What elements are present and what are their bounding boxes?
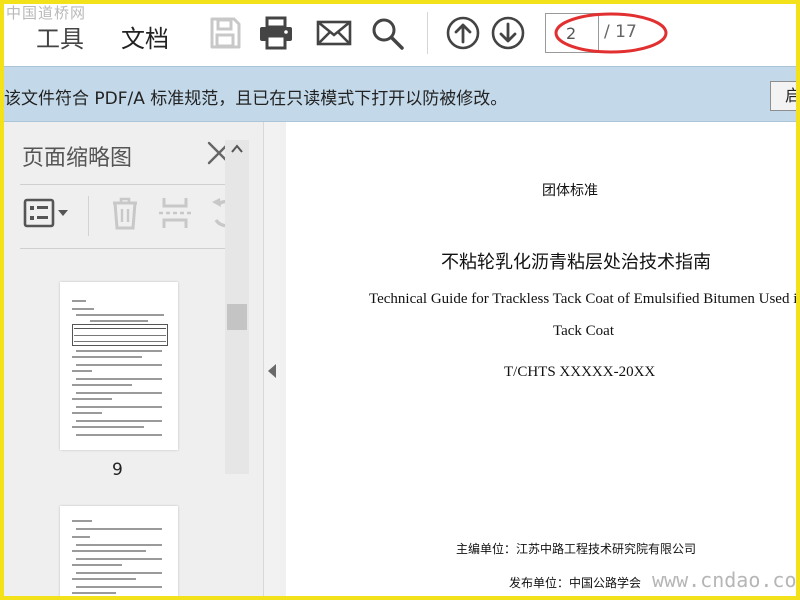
next-page-button[interactable] <box>489 14 527 52</box>
document-title-en-line2: Tack Coat <box>553 323 615 339</box>
document-title-cn: 不粘轮乳化沥青粘层处治技术指南 <box>441 252 711 273</box>
watermark-bottom: www.cndao.com <box>652 568 800 592</box>
save-button[interactable] <box>206 14 244 52</box>
panel-splitter[interactable] <box>264 122 280 596</box>
search-icon <box>372 18 404 50</box>
extract-page-button[interactable] <box>156 194 194 232</box>
page-thumbnail[interactable] <box>60 506 178 600</box>
highlight-ellipse <box>554 12 668 54</box>
panel-divider <box>20 248 244 249</box>
panel-divider <box>20 184 244 185</box>
print-button[interactable] <box>257 14 295 52</box>
print-icon <box>260 16 292 50</box>
document-editor: 主编单位：江苏中路工程技术研究院有限公司 <box>456 542 697 556</box>
tools-divider <box>88 196 89 236</box>
previous-page-button[interactable] <box>444 14 482 52</box>
readonly-banner: 该文件符合 PDF/A 标准规范，且已在只读模式下打开以防被修改。 启用编辑 <box>4 66 800 122</box>
scroll-up-icon[interactable] <box>230 142 244 156</box>
trash-icon <box>113 197 137 230</box>
enable-editing-button[interactable]: 启用编辑 <box>770 81 800 111</box>
document-title-en-line1: Technical Guide for Trackless Tack Coat … <box>369 291 800 307</box>
collapse-panel-icon[interactable] <box>268 364 276 378</box>
mail-button[interactable] <box>315 14 353 52</box>
document-org-label: 团体标准 <box>542 183 598 199</box>
thumbnail-options-button[interactable] <box>22 194 74 232</box>
scroll-thumb[interactable] <box>227 304 247 330</box>
toolbar-divider <box>427 12 428 54</box>
arrow-up-icon <box>446 16 480 50</box>
document-publisher: 发布单位：中国公路学会 <box>509 576 642 590</box>
document-page: 团体标准 不粘轮乳化沥青粘层处治技术指南 Technical Guide for… <box>286 122 800 596</box>
document-code: T/CHTS XXXXX-20XX <box>504 364 656 380</box>
search-button[interactable] <box>368 14 406 52</box>
arrow-down-icon <box>491 16 525 50</box>
save-icon <box>210 17 241 49</box>
page-thumbnail-label: 9 <box>112 460 123 480</box>
extract-page-icon <box>159 198 191 228</box>
options-menu-icon <box>23 198 68 228</box>
watermark-top: 中国道桥网 <box>6 4 87 22</box>
tab-document[interactable]: 文档 <box>121 19 169 54</box>
banner-message: 该文件符合 PDF/A 标准规范，且已在只读模式下打开以防被修改。 <box>4 89 508 109</box>
mail-icon <box>316 20 352 46</box>
delete-page-button[interactable] <box>106 194 144 232</box>
page-thumbnail[interactable] <box>60 282 178 450</box>
toolbar: 工具 文档 2 / 17 <box>4 4 796 66</box>
thumbnail-panel-title: 页面缩略图 <box>22 146 133 171</box>
tab-tools[interactable]: 工具 <box>36 19 84 54</box>
